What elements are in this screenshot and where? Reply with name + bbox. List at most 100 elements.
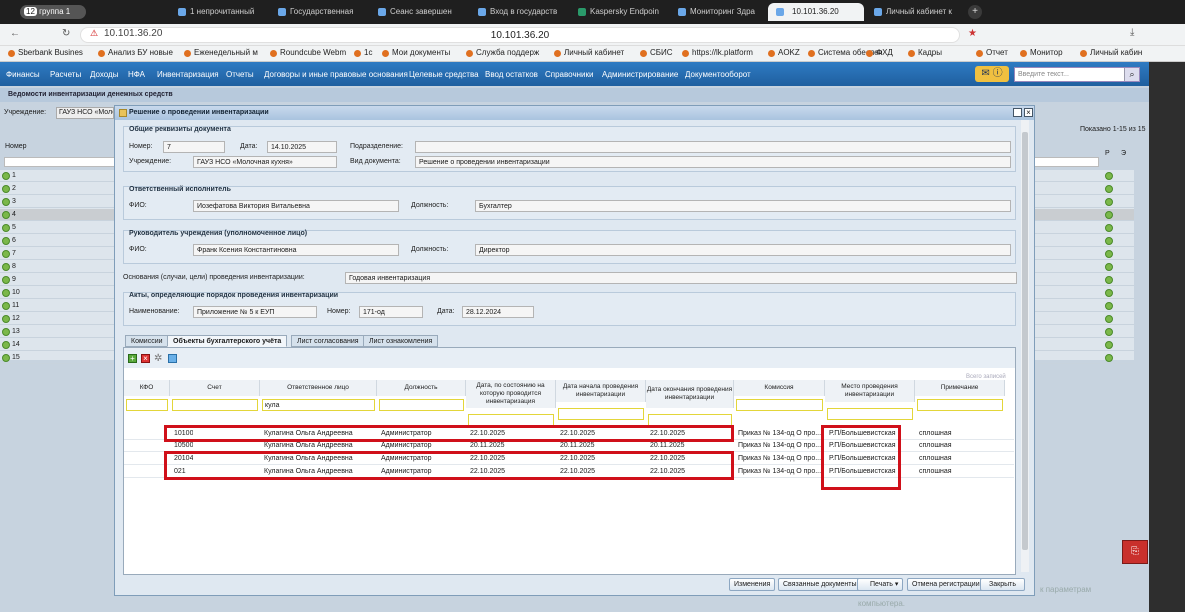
bookmark-item[interactable]: СБИС	[640, 48, 673, 57]
menu-calculations[interactable]: Расчеты	[50, 70, 81, 79]
col-responsible[interactable]: Ответственное лицо	[260, 380, 377, 396]
url-input[interactable]: 10.101.36.20	[80, 27, 960, 43]
bookmark-item[interactable]: Кадры	[908, 48, 942, 57]
filter-position[interactable]	[379, 399, 464, 411]
col-commission[interactable]: Комиссия	[734, 380, 825, 396]
status-ok-icon	[1105, 302, 1113, 310]
responsible-position-field[interactable]: Бухгалтер	[475, 200, 1011, 212]
act-name-field[interactable]: Приложение № 5 к ЕУП	[193, 306, 317, 318]
bookmark-item[interactable]: AOKZ	[768, 48, 800, 57]
col-date-start[interactable]: Дата начала проведения инвентаризации	[556, 380, 646, 402]
tab-gov[interactable]: Государственная	[276, 3, 364, 21]
col-date-state[interactable]: Дата, по состоянию на которую проводится…	[466, 380, 556, 408]
tab-login[interactable]: Вход в государств	[476, 3, 564, 21]
tab-cabinet[interactable]: Личный кабинет к	[872, 3, 960, 21]
reason-field[interactable]: Годовая инвентаризация	[345, 272, 1017, 284]
menu-contracts[interactable]: Договоры и иные правовые основания	[264, 70, 408, 79]
menu-target-funds[interactable]: Целевые средства	[409, 70, 479, 79]
bookmark-item[interactable]: https://lk.platform	[682, 48, 753, 57]
tab-mail[interactable]: 1 непрочитанный	[176, 3, 264, 21]
col-note[interactable]: Примечание	[915, 380, 1005, 396]
tab-monitoring[interactable]: Мониторинг Здра	[676, 3, 764, 21]
tab-familiarization-sheet[interactable]: Лист ознакомления	[363, 335, 439, 347]
mail-info-icon[interactable]: ✉ ⓘ	[975, 66, 1009, 82]
bookmark-item[interactable]: Sberbank Busines	[8, 48, 83, 57]
responsible-fio-field[interactable]: Иозефатова Виктория Витальевна	[193, 200, 399, 212]
search-icon[interactable]: ⌕	[1124, 68, 1139, 81]
bookmark-item[interactable]: Еженедельный м	[184, 48, 258, 57]
warning-icon[interactable]: ⚠	[90, 28, 98, 39]
col-position[interactable]: Должность	[377, 380, 466, 396]
bookmark-item[interactable]: Личный кабинет	[554, 48, 624, 57]
act-number-field[interactable]: 171-од	[359, 306, 423, 318]
bookmark-item[interactable]: Roundcube Webm	[270, 48, 346, 57]
download-icon[interactable]: ⤓	[1130, 27, 1134, 38]
menu-finance[interactable]: Финансы	[6, 70, 40, 79]
cell-note: сплошная	[919, 430, 952, 437]
bookmark-item[interactable]: Служба поддерж	[466, 48, 539, 57]
bookmark-star-icon[interactable]: ★	[968, 28, 977, 39]
status-ok-icon	[1105, 289, 1113, 297]
bookmark-item[interactable]: Анализ БУ новые	[98, 48, 173, 57]
tab-commissions[interactable]: Комиссии	[125, 335, 169, 347]
dialog-scrollbar[interactable]	[1021, 120, 1029, 572]
filter-responsible[interactable]: кула	[262, 399, 375, 411]
date-field[interactable]: 14.10.2025	[267, 141, 337, 153]
add-icon[interactable]: +	[128, 354, 137, 363]
tab-session[interactable]: Сеанс завершен	[376, 3, 464, 21]
bookmark-item[interactable]: Мои документы	[382, 48, 450, 57]
print-button[interactable]: Печать ▾	[857, 578, 904, 591]
maximize-icon[interactable]	[1013, 108, 1022, 117]
tab-active[interactable]: 10.101.36.20	[768, 3, 864, 21]
linked-documents-button[interactable]: Связанные документы	[778, 578, 862, 591]
bookmark-item[interactable]: 1с	[354, 48, 372, 57]
delete-icon[interactable]: ×	[141, 354, 150, 363]
filter-kfo[interactable]	[126, 399, 168, 411]
close-button[interactable]: Закрыть	[980, 578, 1025, 591]
col-date-end[interactable]: Дата окончания проведения инвентаризации	[646, 380, 734, 408]
filter-note[interactable]	[917, 399, 1003, 411]
bookmark-item[interactable]: Монитор	[1020, 48, 1063, 57]
doctype-field[interactable]: Решение о проведении инвентаризации	[415, 156, 1011, 168]
copy-icon[interactable]	[168, 354, 177, 363]
scrollbar-thumb[interactable]	[1022, 132, 1028, 550]
act-date-field[interactable]: 28.12.2024	[462, 306, 534, 318]
tab-accounting-objects[interactable]: Объекты бухгалтерского учёта	[167, 335, 288, 347]
global-search-input[interactable]: Введите текст...	[1014, 67, 1140, 82]
menu-admin[interactable]: Администрирование	[602, 70, 678, 79]
subdivision-field[interactable]	[415, 141, 1011, 153]
menu-docflow[interactable]: Документооборот	[685, 70, 751, 79]
pdf-icon[interactable]: ⎘	[1122, 540, 1148, 564]
close-icon[interactable]: ×	[1024, 108, 1033, 117]
refresh-icon[interactable]: ✲	[154, 353, 162, 364]
filter-commission[interactable]	[736, 399, 823, 411]
bookmark-item[interactable]: Личный кабин	[1080, 48, 1142, 57]
menu-inventory[interactable]: Инвентаризация	[157, 70, 219, 79]
menu-reports[interactable]: Отчеты	[226, 70, 254, 79]
col-place[interactable]: Место проведения инвентаризации	[825, 380, 915, 402]
background-org-field[interactable]: ГАУЗ НСО «Моло	[56, 107, 114, 119]
cancel-registration-button[interactable]: Отмена регистрации	[907, 578, 985, 591]
org-field[interactable]: ГАУЗ НСО «Молочная кухня»	[193, 156, 337, 168]
new-tab-icon[interactable]: +	[968, 5, 982, 19]
menu-directories[interactable]: Справочники	[545, 70, 593, 79]
col-account[interactable]: Счет	[170, 380, 260, 396]
head-position-field[interactable]: Директор	[475, 244, 1011, 256]
tab-kaspersky[interactable]: Kaspersky Endpoin	[576, 3, 664, 21]
filter-account[interactable]	[172, 399, 258, 411]
tab-approval-sheet[interactable]: Лист согласования	[291, 335, 365, 347]
number-field[interactable]: 7	[163, 141, 225, 153]
tab-group-badge[interactable]: 12 группа 1	[20, 5, 86, 19]
menu-nfa[interactable]: НФА	[128, 70, 145, 79]
head-fio-field[interactable]: Франк Ксения Константиновна	[193, 244, 399, 256]
filter-place[interactable]	[827, 408, 913, 420]
bookmark-item[interactable]: Отчет	[976, 48, 1008, 57]
col-kfo[interactable]: КФО	[124, 380, 170, 396]
bookmark-item[interactable]: ФХД	[866, 48, 893, 57]
back-icon[interactable]: ←	[10, 28, 20, 39]
filter-date-start[interactable]	[558, 408, 644, 420]
changes-button[interactable]: Изменения	[729, 578, 776, 591]
menu-balances[interactable]: Ввод остатков	[485, 70, 538, 79]
reload-icon[interactable]: ↻	[62, 28, 70, 39]
menu-income[interactable]: Доходы	[90, 70, 118, 79]
